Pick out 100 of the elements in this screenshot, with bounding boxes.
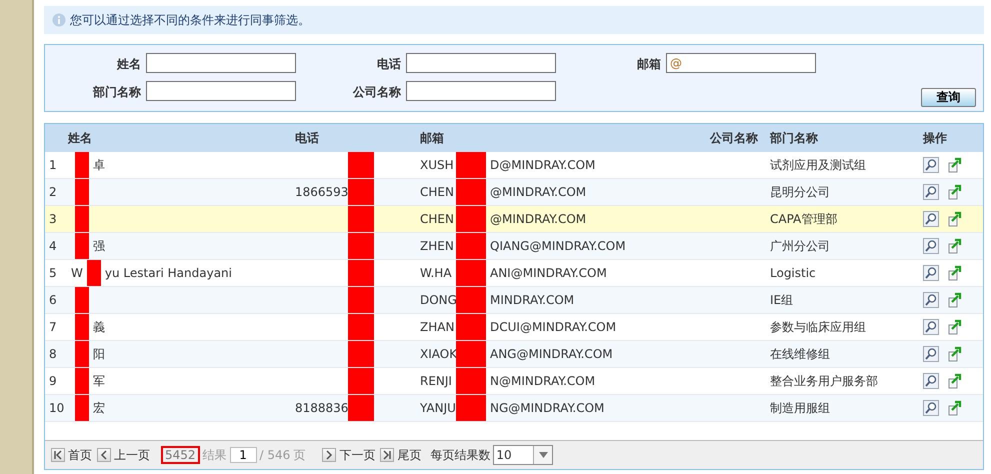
- prev-page-button[interactable]: [97, 448, 111, 462]
- name-text: 阳: [93, 346, 105, 362]
- email-text: RENJI: [420, 374, 452, 388]
- department-text: IE组: [770, 292, 794, 306]
- page-input[interactable]: 1: [230, 447, 257, 463]
- redaction-mark: [75, 233, 89, 259]
- row-number: 7: [48, 320, 58, 334]
- magnifier-icon[interactable]: [923, 157, 939, 173]
- chevron-right-icon: [324, 450, 334, 460]
- magnifier-icon[interactable]: [923, 373, 939, 389]
- email-text: MINDRAY.COM: [490, 293, 574, 307]
- row-number: 4: [48, 239, 58, 253]
- table-row[interactable]: 2 1866593 CHEN @MINDRAY.COM 昆明分公司: [45, 179, 983, 206]
- export-arrow-icon[interactable]: [948, 265, 964, 281]
- table-row[interactable]: 9 军 RENJI N@MINDRAY.COM 整合业务用户服务部: [45, 368, 983, 395]
- first-page-link[interactable]: 首页: [68, 446, 92, 464]
- results-label: 结果: [202, 446, 227, 464]
- magnifier-icon[interactable]: [923, 265, 939, 281]
- export-arrow-icon[interactable]: [948, 211, 964, 227]
- email-text: @MINDRAY.COM: [490, 185, 586, 199]
- magnifier-icon[interactable]: [923, 292, 939, 308]
- export-arrow-icon[interactable]: [948, 184, 964, 200]
- table-row[interactable]: 8 阳 XIAOK ANG@MINDRAY.COM 在线维修组: [45, 341, 983, 368]
- input-field[interactable]: [146, 81, 296, 101]
- export-arrow-icon[interactable]: [948, 292, 964, 308]
- redaction-mark: [75, 152, 89, 178]
- magnifier-icon[interactable]: [923, 211, 939, 227]
- redaction-mark: [75, 179, 89, 205]
- export-arrow-icon[interactable]: [948, 238, 964, 254]
- redaction-mark: [348, 368, 374, 394]
- email-text: ANG@MINDRAY.COM: [490, 347, 613, 361]
- next-page-link[interactable]: 下一页: [339, 446, 376, 464]
- table-row[interactable]: 5 W yu Lestari Handayani W.HA ANI@MINDRAY.COM Logistic: [45, 260, 983, 287]
- row-number: 10: [48, 401, 66, 415]
- magnifier-icon[interactable]: [923, 184, 939, 200]
- table-row[interactable]: 1 卓 XUSH D@MINDRAY.COM 试剂应用及测试组: [45, 152, 983, 179]
- row-number: 9: [48, 374, 58, 388]
- result-count: 5452: [161, 446, 200, 464]
- redaction-mark: [456, 368, 486, 394]
- redaction-mark: [456, 233, 486, 259]
- email-text: ZHAN: [420, 320, 454, 334]
- export-arrow-icon[interactable]: [948, 319, 964, 335]
- redaction-mark: [348, 341, 374, 367]
- email-text: @MINDRAY.COM: [490, 212, 586, 226]
- table-row[interactable]: 10 宏 8188836 YANJU NG@MINDRAY.COM 制造用服组: [45, 395, 983, 422]
- page-unit: 页: [293, 446, 306, 464]
- export-arrow-icon[interactable]: [948, 373, 964, 389]
- name-text: 强: [93, 238, 105, 254]
- prev-page-link[interactable]: 上一页: [114, 446, 150, 464]
- export-arrow-icon[interactable]: [948, 400, 964, 416]
- redaction-mark: [456, 287, 486, 313]
- input-field[interactable]: [406, 53, 556, 73]
- department-text: Logistic: [770, 266, 816, 280]
- first-page-button[interactable]: [51, 448, 65, 462]
- field-label: 部门名称: [92, 84, 141, 101]
- email-text: QIANG@MINDRAY.COM: [490, 239, 626, 253]
- per-page-select[interactable]: 10: [493, 445, 554, 465]
- phone-text: 8188836: [295, 401, 348, 415]
- export-arrow-icon[interactable]: [948, 346, 964, 362]
- table-row[interactable]: 3 CHEN @MINDRAY.COM CAPA管理部: [45, 206, 983, 233]
- field-label: 电话: [376, 56, 401, 73]
- department-text: 昆明分公司: [770, 184, 830, 198]
- magnifier-icon[interactable]: [923, 238, 939, 254]
- input-field[interactable]: @: [666, 53, 816, 73]
- magnifier-icon[interactable]: [923, 346, 939, 362]
- column-header: 姓名: [67, 130, 93, 146]
- row-number: 3: [48, 212, 58, 226]
- magnifier-icon[interactable]: [923, 319, 939, 335]
- page-count: / 546: [260, 448, 290, 462]
- row-number: 6: [48, 293, 58, 307]
- table-row[interactable]: 4 强 ZHEN QIANG@MINDRAY.COM 广州分公司: [45, 233, 983, 260]
- redaction-mark: [456, 152, 486, 178]
- input-field[interactable]: [146, 53, 296, 73]
- magnifier-icon[interactable]: [923, 400, 939, 416]
- email-text: XUSH: [420, 158, 454, 172]
- redaction-mark: [75, 395, 89, 421]
- row-number: 1: [48, 158, 58, 172]
- email-text: NG@MINDRAY.COM: [490, 401, 604, 415]
- search-button[interactable]: 查询: [921, 88, 976, 107]
- redaction-mark: [348, 233, 374, 259]
- last-page-icon: [382, 450, 392, 460]
- table-row[interactable]: 7 義 ZHAN DCUI@MINDRAY.COM 参数与临床应用组: [45, 314, 983, 341]
- export-arrow-icon[interactable]: [948, 157, 964, 173]
- email-text: W.HA: [420, 266, 452, 280]
- redaction-mark: [86, 260, 101, 286]
- field-label: 公司名称: [352, 84, 401, 101]
- email-text: ANI@MINDRAY.COM: [490, 266, 607, 280]
- row-number: 8: [48, 347, 58, 361]
- last-page-link[interactable]: 尾页: [397, 446, 422, 464]
- table-row[interactable]: 6 DONG MINDRAY.COM IE组: [45, 287, 983, 314]
- redaction-mark: [456, 341, 486, 367]
- department-text: CAPA管理部: [770, 212, 838, 226]
- redaction-mark: [456, 206, 486, 232]
- input-field[interactable]: [406, 81, 556, 101]
- field-label: 姓名: [116, 56, 141, 73]
- email-text: DCUI@MINDRAY.COM: [490, 320, 616, 334]
- email-text: CHEN: [420, 212, 454, 226]
- next-page-button[interactable]: [322, 448, 336, 462]
- column-header: 电话: [294, 130, 320, 146]
- last-page-button[interactable]: [380, 448, 394, 462]
